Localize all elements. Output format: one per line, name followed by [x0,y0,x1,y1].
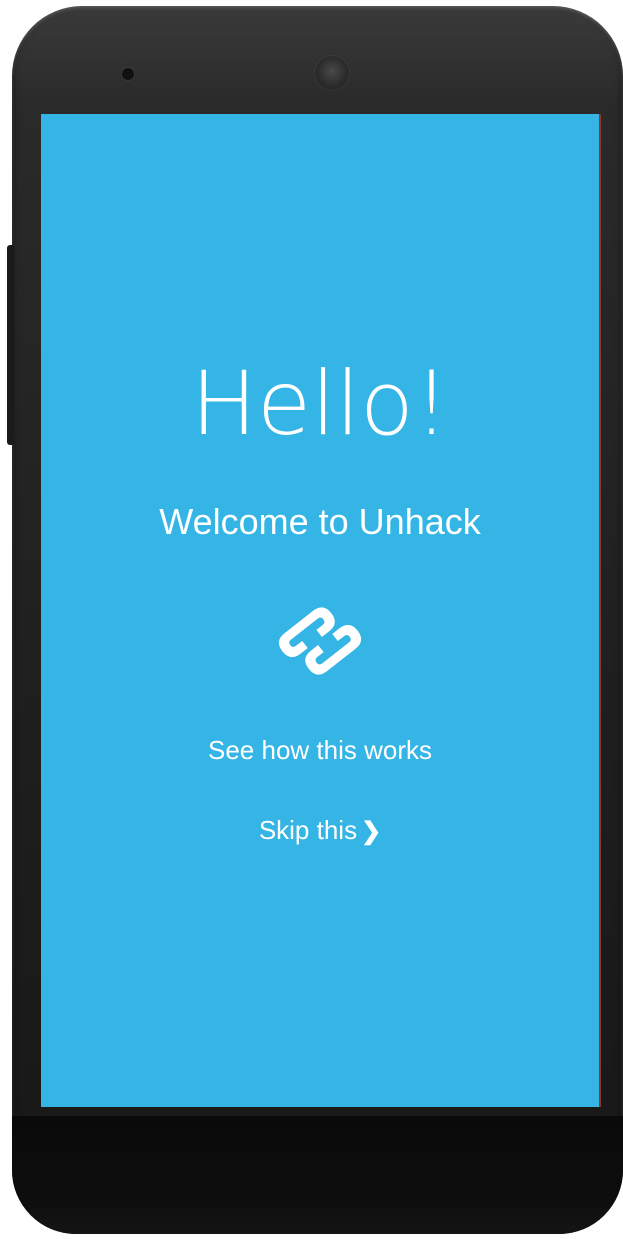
unhack-link-logo-icon [278,607,362,675]
side-power-button [7,245,14,445]
earpiece-speaker [315,56,349,90]
greeting-heading: Hello! [190,352,450,455]
chevron-right-icon: ❯ [361,818,382,845]
see-how-it-works-link[interactable]: See how this works [41,730,599,770]
skip-link-label: Skip this [258,815,358,845]
welcome-subtitle: Welcome to Unhack [159,501,481,542]
proximity-sensor [122,68,134,80]
welcome-screen: Hello! Welcome to Unhack See how this wo… [41,114,601,1107]
bottom-bezel [12,1116,623,1234]
skip-link[interactable]: Skip this ❯ [41,810,599,852]
